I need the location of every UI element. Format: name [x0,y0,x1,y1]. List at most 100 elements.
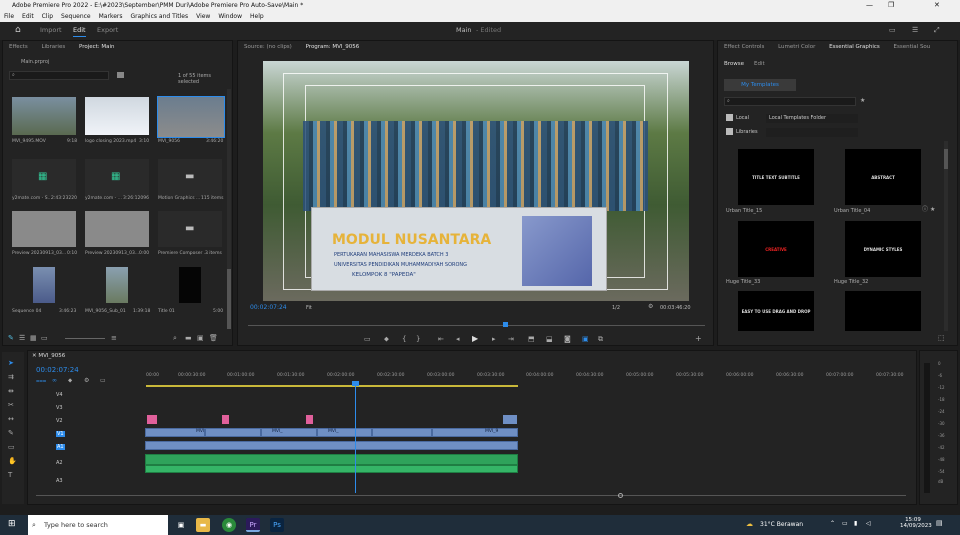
network-icon[interactable]: ▭ [842,521,848,527]
pen-tool-icon[interactable]: ✎ [8,430,14,437]
template-thumbnail[interactable]: ABSTRACT [845,149,921,205]
type-tool-icon[interactable]: T [8,472,12,479]
selection-tool-icon[interactable]: ➤ [8,360,14,367]
compare-icon[interactable]: ⧉ [598,336,603,343]
tab-effects[interactable]: Effects [3,41,34,53]
work-area-bar[interactable] [146,385,518,387]
timeline-playhead[interactable] [352,381,359,493]
list-view-icon[interactable]: ☰ [19,335,25,342]
export-frame-icon[interactable]: ◙ [564,336,571,343]
menu-clip[interactable]: Clip [38,11,57,22]
clip-thumbnail[interactable] [85,97,149,135]
sort-icon[interactable]: ≡ [111,335,117,342]
rectangle-tool-icon[interactable]: ▭ [8,444,15,451]
windows-start-icon[interactable]: ⊞ [8,520,16,529]
tab-project[interactable]: Project: Main [73,41,121,53]
clip-thumbnail[interactable]: ▦ [12,159,76,197]
star-icon[interactable]: ★ [860,98,865,104]
templates-scrollbar[interactable] [944,141,948,331]
scroll-thumb[interactable] [227,269,231,329]
tab-program[interactable]: Program: MVI_9056 [300,41,366,53]
my-templates-button[interactable]: My Templates [724,79,796,91]
local-folder-select[interactable]: Local Templates Folder [766,114,858,123]
snap-icon[interactable]: ⩶ [36,378,46,384]
subtab-browse[interactable]: Browse [724,61,744,67]
razor-icon[interactable]: ✂ [8,402,14,409]
task-view-icon[interactable]: ▣ [174,518,188,532]
audio-link-clip[interactable] [145,441,518,450]
mark-in-icon[interactable]: { [402,336,406,343]
home-icon[interactable]: ⌂ [15,26,21,35]
button-editor-icon[interactable]: + [695,335,702,343]
libraries-checkbox[interactable] [726,128,733,135]
tab-essential-sound[interactable]: Essential Sou [888,41,937,53]
tab-export[interactable]: Export [97,26,118,34]
tab-import[interactable]: Import [40,26,62,34]
trash-icon[interactable]: 🗑 [209,335,218,342]
video-clip[interactable]: MVI_ [317,428,372,437]
taskbar-search-input[interactable]: Type here to search [28,515,168,535]
tab-libraries[interactable]: Libraries [35,41,71,53]
icon-view-icon[interactable]: ▦ [30,335,37,342]
monitor-scrubber[interactable] [248,322,705,327]
menu-markers[interactable]: Markers [95,11,127,22]
go-to-out-icon[interactable]: ⇥ [508,336,514,343]
menu-sequence[interactable]: Sequence [57,11,95,22]
clip-thumbnail[interactable] [106,267,128,303]
tab-source[interactable]: Source: (no clips) [238,41,298,53]
fullscreen-icon[interactable]: ⤢ [934,27,940,34]
video-clip[interactable] [372,428,432,437]
subtab-edit[interactable]: Edit [754,61,765,67]
slip-icon[interactable]: ↔ [8,416,14,423]
safe-margins-icon[interactable]: ▣ [582,336,589,343]
timeline-timecode[interactable]: 00:02:07:24 [36,366,79,374]
playhead-timecode[interactable]: 00:02:07:24 [250,304,287,311]
marker-icon[interactable]: ⬥ [384,336,389,343]
template-thumbnail[interactable]: CREATIVE [738,221,814,277]
project-scrollbar[interactable] [227,89,231,329]
menu-file[interactable]: File [0,11,18,22]
premiere-pro-icon[interactable]: Pr [246,518,260,532]
time-ruler[interactable]: 00:00 00:00:30:00 00:01:00:00 00:01:30:0… [146,373,906,383]
minimize-button[interactable]: — [866,0,873,11]
audio-clip[interactable] [145,465,518,473]
pencil-icon[interactable]: ✎ [8,335,14,342]
zoom-select[interactable]: Fit [306,305,312,311]
template-thumbnail[interactable] [845,291,921,331]
sequence-tab[interactable]: ✕ MVI_9056 [32,353,65,359]
clip-thumbnail-selected[interactable] [157,96,225,138]
find-icon[interactable]: ⌕ [173,335,177,342]
clip-thumbnail[interactable] [85,211,149,247]
weather-text[interactable]: 31°C Berawan [760,521,803,528]
track-select-icon[interactable]: ⇉ [8,374,14,381]
tab-lumetri-color[interactable]: Lumetri Color [772,41,821,53]
menu-window[interactable]: Window [214,11,246,22]
freeform-view-icon[interactable]: ▭ [41,335,48,342]
template-thumbnail[interactable]: DYNAMIC STYLES [845,221,921,277]
quick-export-icon[interactable]: ▭ [889,27,896,34]
step-forward-icon[interactable]: ▸ [492,336,496,343]
chevron-up-icon[interactable]: ⌃ [830,521,835,527]
template-search-input[interactable]: ⌕ [724,97,856,106]
clip-thumbnail[interactable] [12,211,76,247]
tab-effect-controls[interactable]: Effect Controls [718,41,770,53]
battery-icon[interactable]: ▮ [854,521,857,527]
linked-selection-icon[interactable]: ∞ [52,378,57,384]
bin-thumbnail[interactable]: ▬ [158,211,222,247]
zoom-slider[interactable] [65,338,105,339]
playhead-handle[interactable] [352,381,359,386]
libraries-select[interactable] [766,128,858,137]
tab-edit[interactable]: Edit [73,26,86,37]
star-icon[interactable]: ★ [930,207,935,213]
local-checkbox[interactable] [726,114,733,121]
video-frame[interactable]: MODUL NUSANTARA PERTUKARAN MAHASISWA MER… [263,61,689,301]
tab-essential-graphics[interactable]: Essential Graphics [823,41,886,53]
clip-thumbnail[interactable] [33,267,55,303]
go-to-in-icon[interactable]: ⇤ [438,336,444,343]
clip-thumbnail[interactable]: ▦ [85,159,149,197]
step-back-icon[interactable]: ◂ [456,336,460,343]
file-explorer-icon[interactable]: ▬ [196,518,210,532]
video-clip[interactable]: MVI_9 [432,428,518,437]
track-label-a1[interactable]: A1 [56,444,65,450]
new-bin-icon[interactable] [117,72,124,78]
